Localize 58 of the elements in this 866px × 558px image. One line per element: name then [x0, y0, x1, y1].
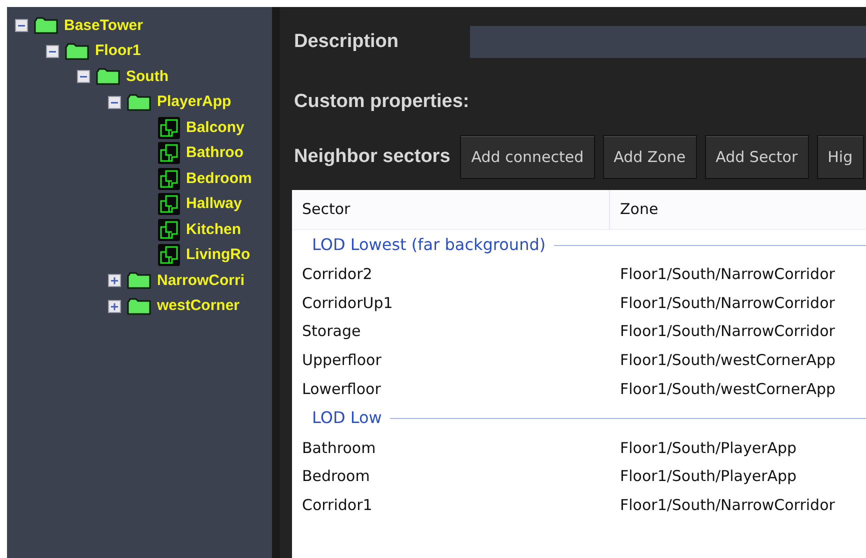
description-label: Description [294, 30, 400, 54]
table-cell-text: Floor1/South/NarrowCorridor [619, 321, 835, 342]
folder-icon [127, 94, 151, 111]
table-cell-text: Corridor1 [301, 494, 374, 516]
table-cell-text: Storage [301, 321, 362, 342]
rooms-icon [158, 218, 180, 241]
column-header[interactable]: Sector [292, 190, 610, 229]
toolbar-button[interactable]: Add connected [460, 135, 595, 179]
tree-item[interactable]: NarrowCorri [157, 270, 245, 292]
folder-icon [127, 272, 151, 290]
table-cell-text: Floor1/South/westCornerApp [619, 350, 836, 372]
tree-item[interactable]: Kitchen [186, 218, 242, 241]
tree-item[interactable]: Hallway [186, 193, 242, 216]
collapse-toggle[interactable] [77, 70, 90, 84]
tree-item[interactable]: BaseTower [64, 14, 143, 37]
group-header: LOD Lowest (far background) [312, 234, 546, 256]
table-cell-text: Bedroom [301, 466, 371, 488]
table-cell-text: Floor1/South/PlayerApp [619, 438, 797, 459]
collapse-toggle[interactable] [15, 19, 28, 32]
table-cell-text: Floor1/South/westCornerApp [619, 378, 836, 400]
folder-icon [96, 68, 120, 86]
rooms-icon [158, 116, 180, 139]
table-cell-text: Floor1/South/NarrowCorridor [619, 264, 835, 286]
custom-properties-label: Custom properties: [294, 90, 470, 114]
tree-item[interactable]: PlayerApp [157, 91, 232, 114]
tree-item[interactable]: Bathroo [186, 142, 244, 164]
collapse-toggle[interactable] [46, 44, 59, 58]
group-header: LOD Low [312, 407, 382, 430]
folder-icon [127, 298, 151, 315]
tree-item[interactable]: South [126, 66, 168, 88]
description-field[interactable] [470, 26, 866, 58]
toolbar-button[interactable]: Add Sector [704, 135, 809, 179]
tree-item[interactable]: westCorner [157, 295, 240, 318]
table-cell-text: Floor1/South/NarrowCorridor [619, 292, 835, 314]
table-cell-text: Floor1/South/PlayerApp [619, 466, 797, 488]
folder-icon [34, 17, 58, 34]
tree-item[interactable]: Bedroom [186, 168, 252, 190]
expand-toggle[interactable] [108, 274, 121, 288]
tree-item[interactable]: Balcony [186, 116, 244, 139]
table-cell-text: Bathroom [301, 438, 377, 459]
expand-toggle[interactable] [108, 300, 121, 313]
rooms-icon [158, 168, 180, 190]
rooms-icon [158, 142, 180, 164]
table-cell-text: Corridor2 [301, 264, 374, 286]
toolbar-button[interactable]: Add Zone [602, 135, 697, 179]
table-cell-text: Floor1/South/NarrowCorridor [619, 494, 835, 516]
table-cell-text: CorridorUp1 [301, 292, 394, 314]
neighbor-sectors-label: Neighbor sectors [294, 144, 450, 169]
column-header[interactable]: Zone [610, 190, 668, 229]
folder-icon [65, 42, 89, 60]
tree-item[interactable]: LivingRo [186, 244, 250, 266]
toolbar-button[interactable]: Hig [816, 135, 864, 179]
rooms-icon [158, 193, 180, 216]
table-cell-text: Upperfloor [301, 350, 382, 372]
table-cell-text: Lowerfloor [301, 378, 382, 400]
rooms-icon [158, 244, 180, 266]
tree-item[interactable]: Floor1 [95, 40, 141, 62]
collapse-toggle[interactable] [108, 96, 121, 109]
